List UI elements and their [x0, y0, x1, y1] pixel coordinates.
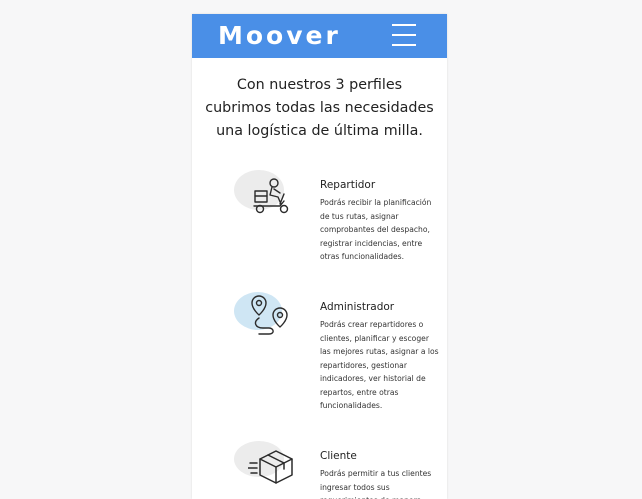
- profile-description: Podrás recibir la planificación de tus r…: [320, 198, 432, 261]
- brand-logo[interactable]: Moover: [218, 20, 341, 52]
- profile-title: Cliente: [320, 450, 357, 462]
- top-navbar: Moover: [192, 14, 447, 58]
- profile-title: Repartidor: [320, 179, 376, 191]
- delivery-scooter-icon: [253, 178, 289, 214]
- mobile-page: Moover Con nuestros 3 perfiles cubrimos …: [192, 14, 447, 499]
- hamburger-menu-icon[interactable]: [392, 24, 416, 46]
- intro-heading: Con nuestros 3 perfiles cubrimos todas l…: [205, 77, 434, 139]
- profile-title: Administrador: [320, 301, 395, 313]
- route-pins-icon: [251, 295, 288, 335]
- profile-description: Podrás permitir a tus clientes ingresar …: [320, 469, 432, 499]
- fast-package-icon: [248, 450, 293, 484]
- profile-description: Podrás crear repartidores o clientes, pl…: [320, 320, 439, 410]
